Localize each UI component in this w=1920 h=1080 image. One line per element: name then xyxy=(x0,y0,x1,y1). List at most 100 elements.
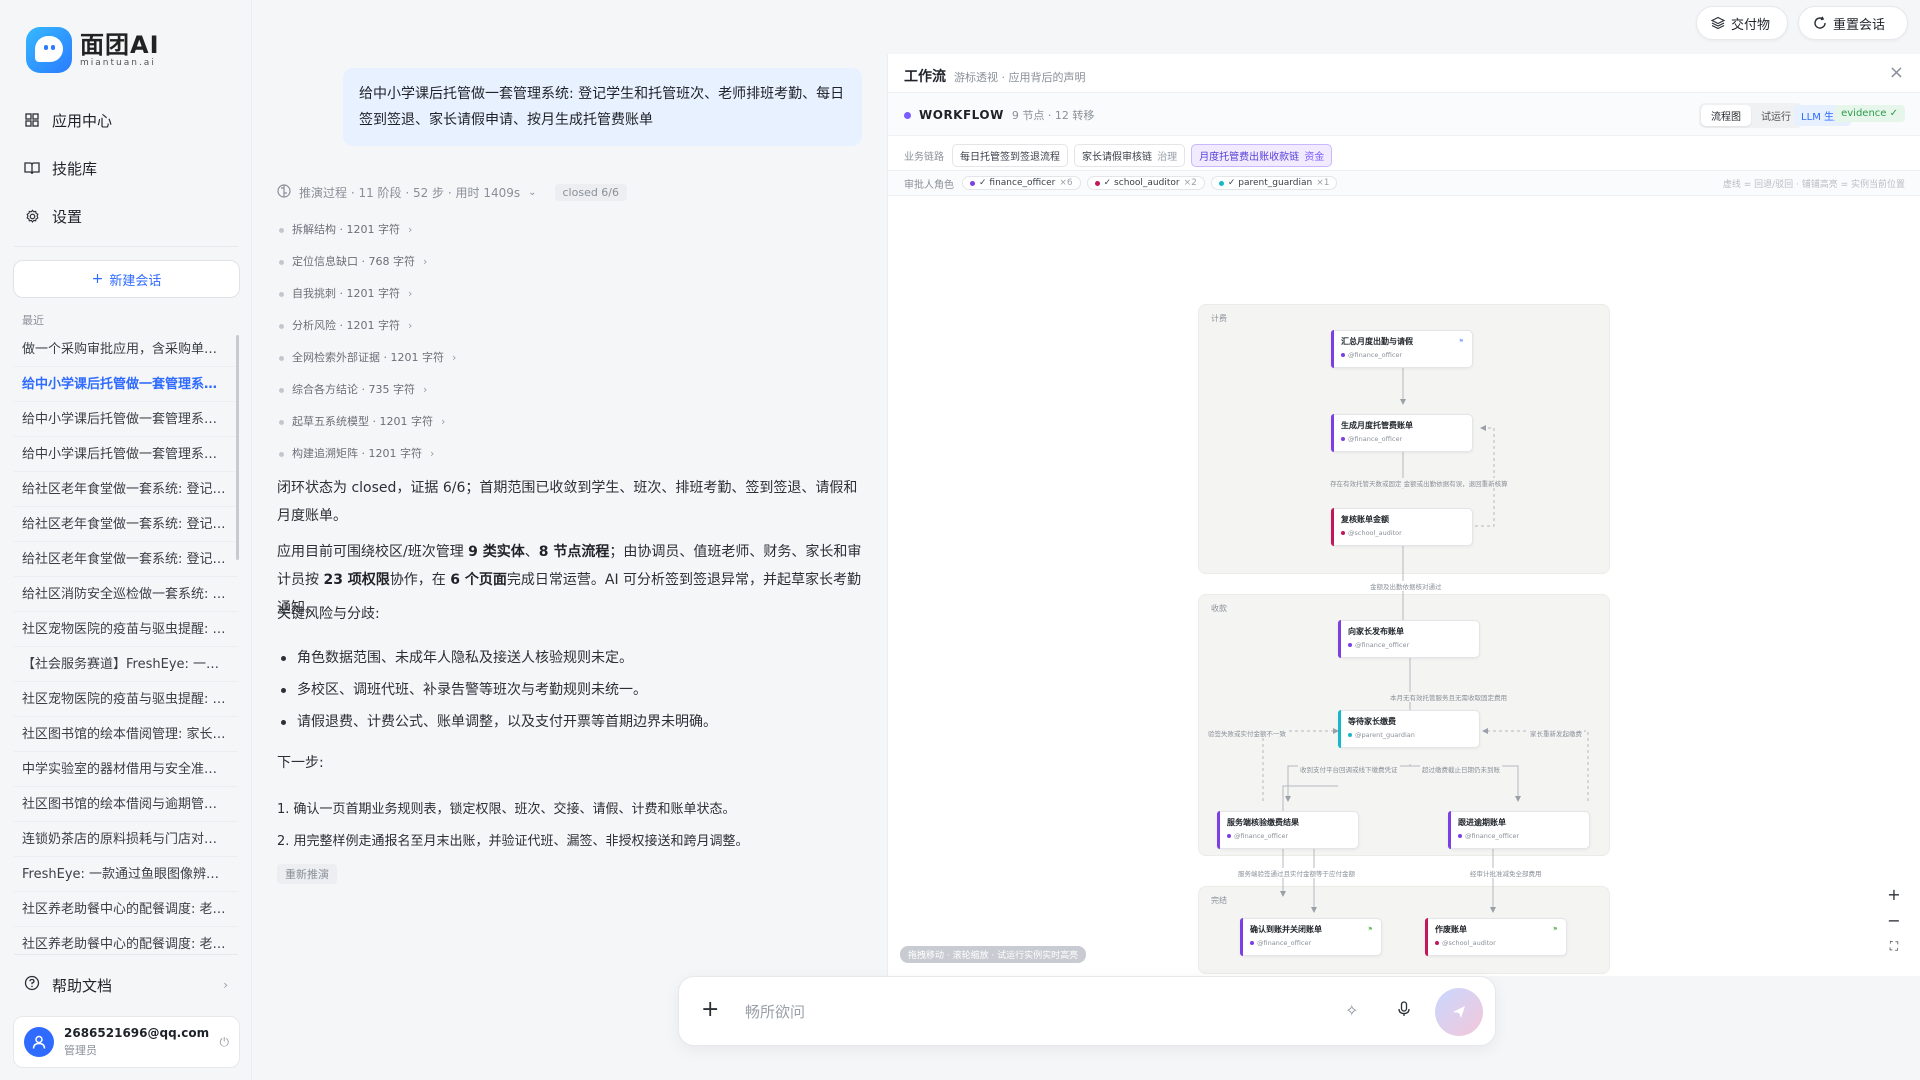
sparkle-icon[interactable]: ✧ xyxy=(1345,1001,1358,1020)
reasoning-step-label: 起草五系统模型 · 1201 字符 xyxy=(292,415,433,428)
workflow-node[interactable]: 确认到账并关闭账单 @finance_officer ⚑ xyxy=(1240,918,1382,956)
chain-chip[interactable]: 家长请假审核链 治理 xyxy=(1074,144,1186,167)
reasoning-step-label: 综合各方结论 · 735 字符 xyxy=(292,383,415,396)
send-icon xyxy=(1453,1006,1465,1018)
role-chip[interactable]: ✓ finance_officer ×6 xyxy=(962,176,1081,190)
rerun-reasoning-button[interactable]: 重新推演 xyxy=(277,864,337,884)
workflow-node[interactable]: 服务端核验缴费结果 @finance_officer xyxy=(1217,811,1359,849)
reasoning-step[interactable]: 自我挑刺 · 1201 字符 › xyxy=(279,282,456,314)
history-item[interactable]: FreshEye: 一款通过鱼眼图像辨别水… xyxy=(14,857,238,892)
history-item[interactable]: 社区养老助餐中心的配餐调度: 老人… xyxy=(14,892,238,927)
microphone-icon[interactable] xyxy=(1397,1001,1411,1021)
send-button[interactable] xyxy=(1435,988,1483,1036)
zoom-in-icon[interactable]: + xyxy=(1884,884,1904,904)
history-item[interactable]: 给中小学课后托管做一套管理系统: … xyxy=(14,437,238,472)
nav-skill-library[interactable]: 技能库 xyxy=(14,148,238,188)
history-item[interactable]: 给社区老年食堂做一套系统: 登记就… xyxy=(14,472,238,507)
legend-hint: 虚线 = 回退/驳回 · 铺铺高亮 = 实例当前位置 xyxy=(1722,179,1905,190)
edge-label: 服务端验签通过且实付金额等于应付金额 xyxy=(1236,868,1357,878)
chevron-down-icon: ⌄ xyxy=(528,187,537,198)
edge-label: 经审计批准减免全部费用 xyxy=(1468,868,1544,878)
history-item[interactable]: 【社会服务赛道】FreshEye: 一款通… xyxy=(14,647,238,682)
reasoning-step[interactable]: 拆解结构 · 1201 字符 › xyxy=(279,218,456,250)
workflow-node[interactable]: 作废账单 @school_auditor ⚑ xyxy=(1425,918,1567,956)
reasoning-step[interactable]: 综合各方结论 · 735 字符 › xyxy=(279,378,456,410)
step-dot xyxy=(279,452,284,457)
chevron-right-icon: › xyxy=(407,223,413,236)
history-item[interactable]: 给社区老年食堂做一套系统: 登记就… xyxy=(14,507,238,542)
user-card[interactable]: 2686521696@qq.com 管理员 ⏻ xyxy=(13,1016,240,1068)
chain-row-label: 业务链路 xyxy=(904,152,944,163)
step-dot xyxy=(279,228,284,233)
flag-icon: ⚑ xyxy=(1458,338,1464,345)
history-item[interactable]: 给中小学课后托管做一套管理系统: … xyxy=(14,402,238,437)
reset-session-button[interactable]: 重置会话 xyxy=(1798,6,1908,40)
deliverables-button[interactable]: 交付物 xyxy=(1696,6,1788,40)
avatar xyxy=(24,1027,54,1057)
reasoning-summary: 推演过程 · 11 阶段 · 52 步 · 用时 1409s xyxy=(299,186,521,200)
workflow-node[interactable]: 生成月度托管费账单 @finance_officer xyxy=(1331,414,1473,452)
workflow-canvas[interactable]: 计费 收款 完结 存在有效托管天数或固定 金额或出勤依据有误，退回重新核算 金额… xyxy=(888,196,1920,976)
reasoning-step[interactable]: 定位信息缺口 · 768 字符 › xyxy=(279,250,456,282)
attach-plus-icon[interactable]: + xyxy=(701,997,719,1022)
help-docs-link[interactable]: 帮助文档 › xyxy=(14,966,238,1004)
history-item[interactable]: 做一个采购审批应用，含采购单、经… xyxy=(14,332,238,367)
reasoning-step[interactable]: 构建追溯矩阵 · 1201 字符 › xyxy=(279,442,456,474)
history-item[interactable]: 社区图书馆的绘本借阅管理: 家长预… xyxy=(14,717,238,752)
help-circle-icon xyxy=(24,975,40,995)
risk-list: 角色数据范围、未成年人隐私及接送人核验规则未定。 多校区、调班代班、补录告警等班… xyxy=(277,642,863,738)
history-item[interactable]: 给中小学课后托管做一套管理系统: … xyxy=(14,367,238,402)
edge-label: 存在有效托管天数或固定 金额或出勤依据有误，退回重新核算 xyxy=(1328,478,1510,488)
reasoning-step[interactable]: 起草五系统模型 · 1201 字符 › xyxy=(279,410,456,442)
history-item[interactable]: 社区图书馆的绘本借阅与逾期管理: … xyxy=(14,787,238,822)
nav-settings[interactable]: 设置 xyxy=(14,196,238,236)
reasoning-step[interactable]: 分析风险 · 1201 字符 › xyxy=(279,314,456,346)
workflow-node[interactable]: 向家长发布账单 @finance_officer xyxy=(1338,620,1480,658)
role-chip[interactable]: ✓ school_auditor ×2 xyxy=(1086,176,1205,190)
view-toggle: 流程图 试运行 xyxy=(1699,103,1803,128)
history-scrollbar[interactable] xyxy=(236,335,239,560)
history-item[interactable]: 给社区消防安全巡检做一套系统: 登… xyxy=(14,577,238,612)
role-chip[interactable]: ✓ parent_guardian ×1 xyxy=(1210,176,1338,190)
workflow-node[interactable]: 汇总月度出勤与请假 @finance_officer ⚑ xyxy=(1331,330,1473,368)
panel-title: 工作流 xyxy=(904,69,946,85)
history-item[interactable]: 中学实验室的器材借用与安全准入: … xyxy=(14,752,238,787)
message-composer: + ✧ xyxy=(678,976,1496,1046)
brand-name: 面团AI xyxy=(80,30,160,59)
flag-icon: ⚑ xyxy=(1367,926,1373,933)
reasoning-step-label: 全网检索外部证据 · 1201 字符 xyxy=(292,351,444,364)
help-docs-label: 帮助文档 xyxy=(52,976,113,995)
history-item[interactable]: 社区宠物医院的疫苗与驱虫提醒: 建… xyxy=(14,612,238,647)
message-input[interactable] xyxy=(745,999,1305,1025)
reasoning-toggle[interactable]: 推演过程 · 11 阶段 · 52 步 · 用时 1409s ⌄ closed … xyxy=(277,184,628,201)
fit-view-icon[interactable]: ⛶ xyxy=(1884,936,1904,956)
chain-chip-active[interactable]: 月度托管费出账收款链 资金 xyxy=(1191,144,1333,167)
history-item[interactable]: 社区养老助餐中心的配餐调度: 老人… xyxy=(14,927,238,952)
brand-logo[interactable]: 面团AI miantuan.ai xyxy=(26,27,160,73)
user-icon xyxy=(32,1035,46,1049)
nav-app-center[interactable]: 应用中心 xyxy=(14,100,238,140)
workflow-panel: 工作流 游标透视 · 应用背后的声明 × WORKFLOW 9 节点 · 12 … xyxy=(887,54,1920,976)
logo-mark-icon xyxy=(26,27,72,73)
nav-skill-library-label: 技能库 xyxy=(52,159,98,178)
step-dot xyxy=(279,388,284,393)
risk-item: 角色数据范围、未成年人隐私及接送人核验规则未定。 xyxy=(277,642,863,674)
new-chat-button[interactable]: + 新建会话 xyxy=(13,260,240,298)
divider xyxy=(14,954,238,955)
workflow-node[interactable]: 跟进逾期账单 @finance_officer xyxy=(1448,811,1590,849)
workflow-node[interactable]: 复核账单金额 @school_auditor xyxy=(1331,508,1473,546)
risk-item: 请假退费、计费公式、账单调整，以及支付开票等首期边界未明确。 xyxy=(277,706,863,738)
new-chat-label: 新建会话 xyxy=(109,273,162,289)
reasoning-step-label: 定位信息缺口 · 768 字符 xyxy=(292,255,415,268)
tab-flowchart[interactable]: 流程图 xyxy=(1701,105,1751,126)
logout-icon[interactable]: ⏻ xyxy=(220,1035,230,1050)
workflow-node[interactable]: 等待家长缴费 @parent_guardian xyxy=(1338,710,1480,748)
chain-chip[interactable]: 每日托管签到签退流程 xyxy=(952,144,1068,167)
zoom-out-icon[interactable]: − xyxy=(1884,910,1904,930)
history-item[interactable]: 给社区老年食堂做一套系统: 登记就… xyxy=(14,542,238,577)
reasoning-step[interactable]: 全网检索外部证据 · 1201 字符 › xyxy=(279,346,456,378)
history-item[interactable]: 连锁奶茶店的原料损耗与门店对账: … xyxy=(14,822,238,857)
reset-session-label: 重置会话 xyxy=(1833,17,1886,33)
close-icon[interactable]: × xyxy=(1889,62,1904,83)
history-item[interactable]: 社区宠物医院的疫苗与驱虫提醒: 建… xyxy=(14,682,238,717)
